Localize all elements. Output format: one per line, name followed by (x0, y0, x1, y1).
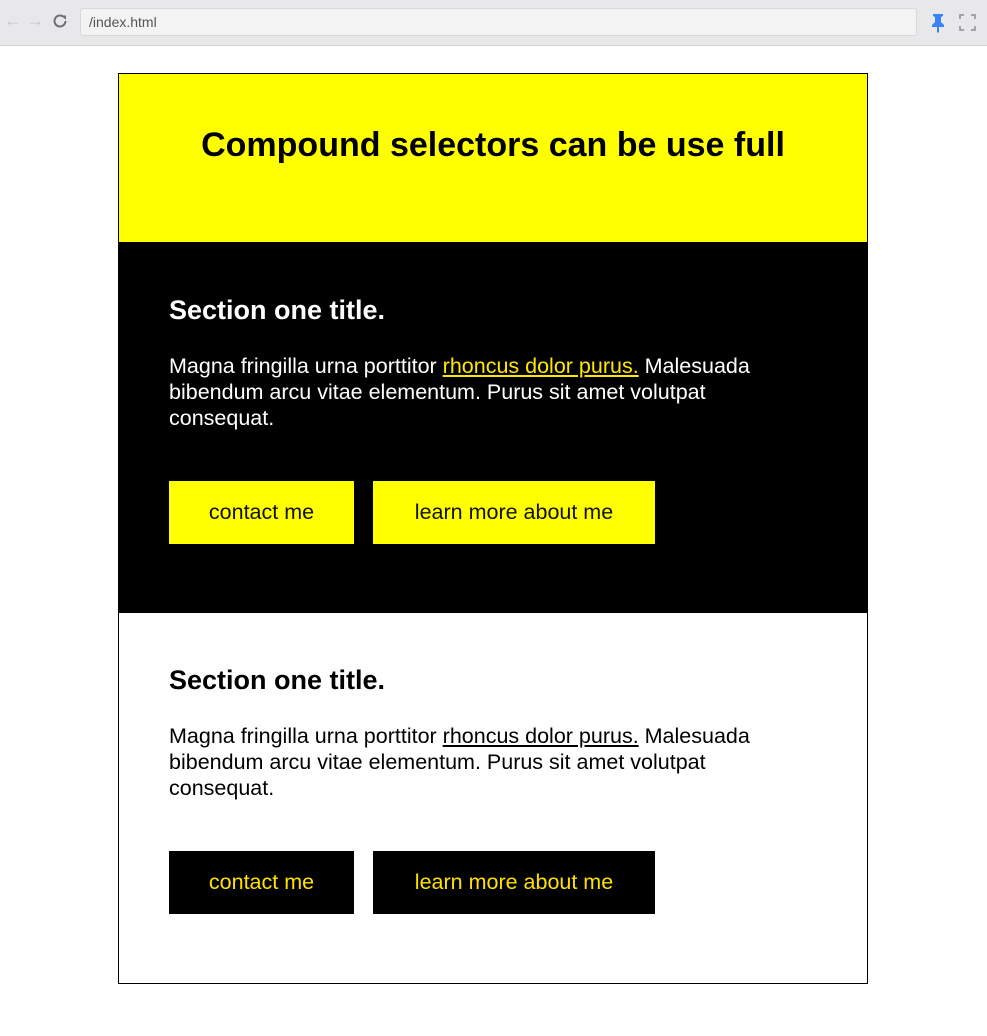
address-bar[interactable]: /index.html (80, 8, 917, 36)
contact-button[interactable]: contact me (169, 481, 354, 544)
browser-toolbar: ← → /index.html (0, 0, 987, 46)
button-group: contact me learn more about me (169, 481, 817, 544)
paragraph-text: Magna fringilla urna porttitor (169, 354, 443, 378)
button-group: contact me learn more about me (169, 851, 817, 914)
page-title: Compound selectors can be use full (201, 125, 785, 164)
learn-more-button[interactable]: learn more about me (373, 481, 655, 544)
contact-button[interactable]: contact me (169, 851, 354, 914)
hero-banner: Compound selectors can be use full (119, 74, 867, 242)
inline-link[interactable]: rhoncus dolor purus. (443, 724, 639, 748)
pin-icon[interactable] (929, 13, 947, 33)
light-section: Section one title. Magna fringilla urna … (119, 613, 867, 983)
forward-icon[interactable]: → (26, 12, 44, 30)
learn-more-button[interactable]: learn more about me (373, 851, 655, 914)
fullscreen-icon[interactable] (959, 14, 976, 31)
dark-section: Section one title. Magna fringilla urna … (119, 242, 867, 613)
paragraph-text: Magna fringilla urna porttitor (169, 724, 443, 748)
page-container: Compound selectors can be use full Secti… (118, 73, 868, 984)
reload-icon[interactable] (51, 12, 69, 30)
inline-link[interactable]: rhoncus dolor purus. (443, 354, 639, 378)
section-title: Section one title. (169, 665, 386, 695)
section-title: Section one title. (169, 295, 386, 325)
section-paragraph: Magna fringilla urna porttitor rhoncus d… (169, 723, 809, 801)
back-icon[interactable]: ← (4, 12, 22, 30)
section-paragraph: Magna fringilla urna porttitor rhoncus d… (169, 353, 809, 431)
